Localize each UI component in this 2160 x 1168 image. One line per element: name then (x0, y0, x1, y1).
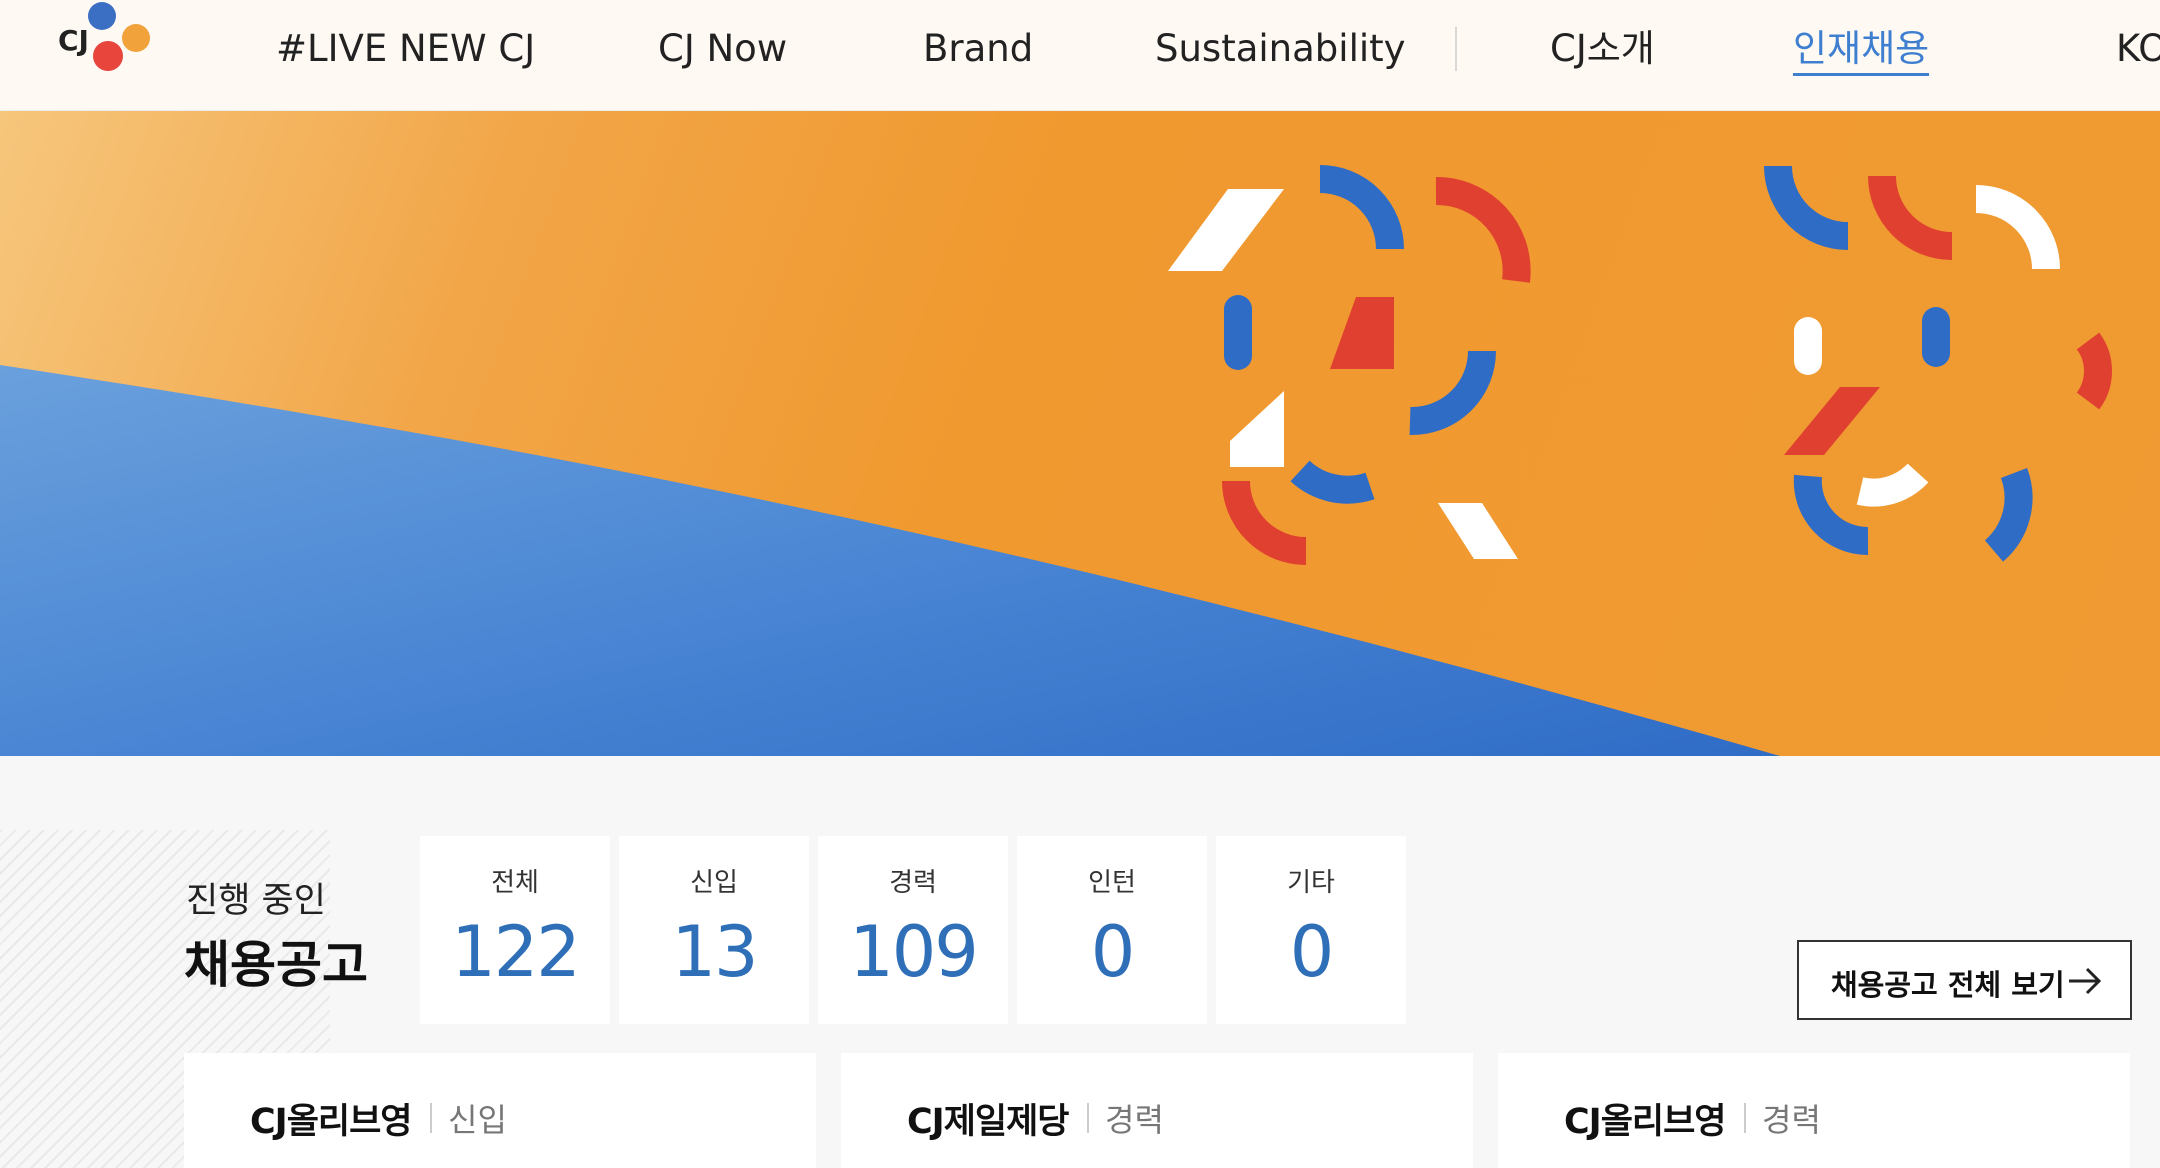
stat-value: 109 (849, 911, 979, 993)
language-selector[interactable]: KO (2116, 24, 2160, 74)
stat-label: 기타 (1287, 868, 1335, 898)
cj-logo[interactable]: CJ (56, 0, 152, 80)
stat-value: 122 (451, 911, 581, 993)
nav-cj-intro[interactable]: CJ소개 (1550, 24, 1655, 74)
nav-recruit[interactable]: 인재채용 (1793, 24, 1930, 76)
card-separator (430, 1103, 432, 1133)
nav-cj-now[interactable]: CJ Now (658, 24, 787, 74)
arrow-right-icon (2069, 967, 2102, 995)
site-header: CJ #LIVE NEW CJ CJ Now Brand Sustainabil… (0, 0, 2160, 111)
section-subtitle: 진행 중인 (186, 881, 326, 921)
hero-banner (0, 111, 2160, 756)
nav-divider (1455, 27, 1457, 71)
cj-abstract-graphic (1168, 165, 2112, 565)
view-all-postings-button[interactable]: 채용공고 전체 보기 (1797, 940, 2132, 1020)
stat-value: 13 (671, 911, 758, 993)
cj-logo-icon: CJ (58, 2, 150, 71)
card-type: 경력 (1762, 1101, 1821, 1139)
stat-value: 0 (1090, 911, 1136, 993)
stat-other[interactable]: 기타 0 (1216, 836, 1406, 1024)
nav-live-new-cj[interactable]: #LIVE NEW CJ (276, 24, 535, 74)
posting-card[interactable]: CJ올리브영 경력 (1498, 1053, 2130, 1168)
svg-text:CJ: CJ (58, 24, 89, 57)
card-company: CJ올리브영 (250, 1102, 413, 1142)
stat-experienced[interactable]: 경력 109 (818, 836, 1008, 1024)
card-separator (1744, 1103, 1746, 1133)
nav-sustainability[interactable]: Sustainability (1155, 24, 1406, 74)
view-all-label: 채용공고 전체 보기 (1831, 968, 2065, 1002)
posting-card[interactable]: CJ제일제당 경력 (841, 1053, 1473, 1168)
card-company: CJ제일제당 (907, 1102, 1070, 1142)
posting-card[interactable]: CJ올리브영 신입 (184, 1053, 816, 1168)
stat-intern[interactable]: 인턴 0 (1017, 836, 1207, 1024)
stat-label: 신입 (690, 868, 738, 898)
card-separator (1087, 1103, 1089, 1133)
stat-value: 0 (1289, 911, 1335, 993)
section-title: 채용공고 (184, 936, 368, 994)
card-type: 경력 (1105, 1101, 1164, 1139)
stat-label: 인턴 (1088, 868, 1136, 898)
stat-label: 경력 (889, 868, 937, 898)
card-company: CJ올리브영 (1564, 1102, 1727, 1142)
stat-label: 전체 (491, 868, 539, 898)
card-type: 신입 (448, 1101, 507, 1139)
stat-all[interactable]: 전체 122 (420, 836, 610, 1024)
nav-brand[interactable]: Brand (923, 24, 1033, 74)
stat-new-grad[interactable]: 신입 13 (619, 836, 809, 1024)
